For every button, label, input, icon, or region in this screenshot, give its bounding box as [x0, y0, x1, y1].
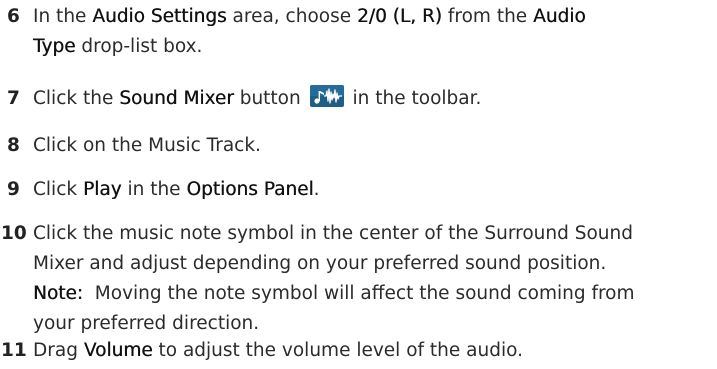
audio-type-term: Audio — [533, 6, 586, 27]
step-number: 11 — [1, 340, 27, 361]
step-text: Click the music note symbol in the cente… — [33, 223, 633, 274]
play-term: Play — [82, 179, 122, 200]
note: Note: Moving the note symbol will affect… — [33, 283, 635, 334]
sound-mixer-term: Sound Mixer — [119, 88, 234, 109]
note-label: Note: — [33, 283, 84, 304]
volume-term: Volume — [83, 340, 153, 361]
step-number: 7 — [7, 88, 20, 109]
step-text: In the Audio Settings area, choose 2/0 (… — [33, 6, 586, 57]
step-text: Drag Volume to adjust the volume level o… — [33, 340, 523, 361]
step-number: 9 — [7, 179, 20, 200]
sound-mixer-icon — [309, 85, 344, 107]
audio-type-term-cont: Type — [33, 36, 76, 57]
step-text: Click Play in the Options Panel. — [33, 179, 320, 200]
options-panel-term: Options Panel — [186, 179, 314, 200]
step-number: 8 — [7, 135, 20, 156]
audio-settings-term: Audio Settings — [92, 6, 227, 27]
step-number: 6 — [7, 6, 20, 27]
step-text: Click the Sound Mixer button in the tool… — [33, 84, 713, 114]
step-text: Click on the Music Track. — [33, 135, 261, 156]
audio-type-value: 2/0 (L, R) — [357, 6, 443, 27]
step-number: 10 — [1, 223, 27, 244]
